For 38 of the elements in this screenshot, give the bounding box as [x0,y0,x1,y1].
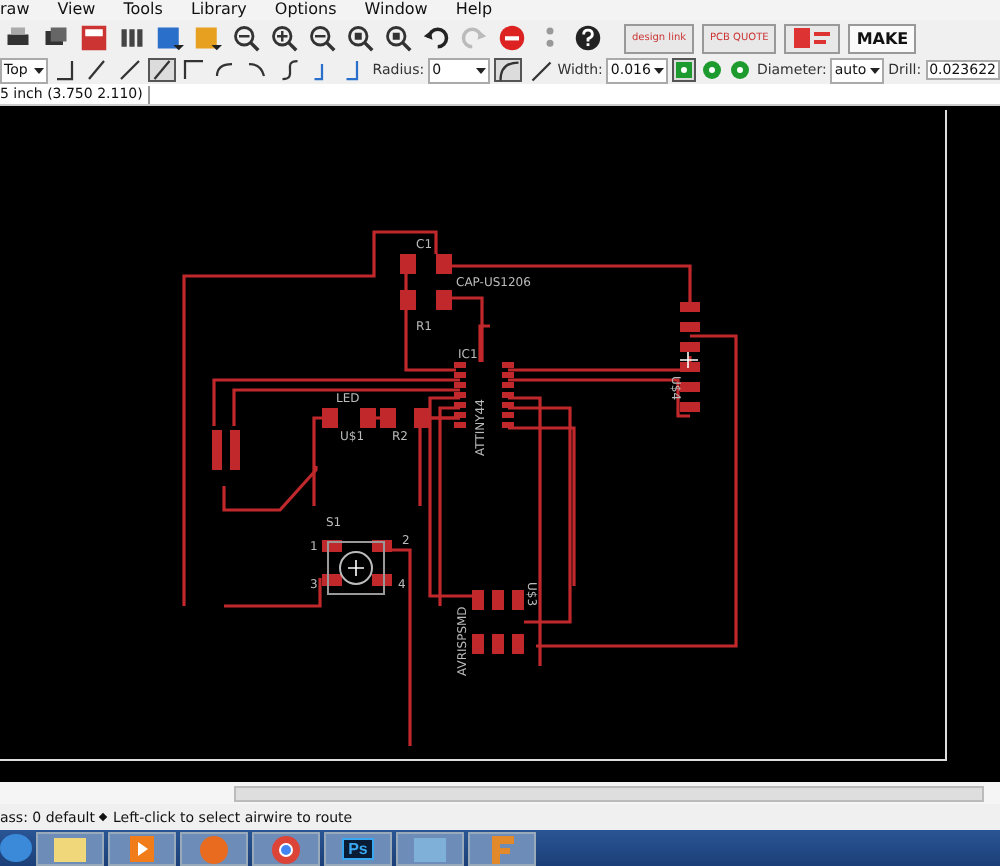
photoshop-taskbar-button[interactable]: Ps [324,831,392,865]
help-icon[interactable] [570,22,606,54]
zoom-out-icon[interactable] [304,22,340,54]
player-taskbar-icon[interactable] [108,831,176,865]
zoom-fit-icon[interactable] [342,22,378,54]
cam-icon[interactable] [76,22,112,54]
dropdown-arrow-icon [475,67,486,73]
start-button[interactable] [0,834,32,862]
horizontal-scrollbar[interactable] [234,785,984,801]
zoom-icon[interactable] [380,22,416,54]
fusion-taskbar-icon[interactable] [468,831,536,865]
send-to-fab-button[interactable] [784,23,841,53]
menu-item[interactable]: Help [455,0,493,20]
menu-item[interactable]: Window [364,0,428,20]
dropdown-arrow-icon [870,67,881,73]
photos-taskbar-icon[interactable] [396,831,464,865]
undo-icon[interactable] [418,22,454,54]
wire-bend-icon[interactable] [116,58,145,82]
zoom-in-icon[interactable] [266,22,302,54]
menu-item[interactable]: raw [0,0,30,20]
via-shape-icon[interactable] [672,58,697,82]
dropdown-arrow-icon [34,67,45,73]
folder-taskbar-icon[interactable] [36,831,104,865]
menu-item[interactable]: View [57,0,96,20]
miter-style-icon[interactable] [493,58,522,82]
make-button[interactable]: MAKE [848,23,917,53]
via-shape-icon[interactable] [728,58,753,82]
wire-bend-icon[interactable] [180,58,209,82]
wire-bend-icon[interactable] [148,58,177,82]
zoom-out-icon[interactable] [228,22,264,54]
via-shape-icon[interactable] [700,58,725,82]
dropdown-arrow-icon [654,67,665,73]
chrome-taskbar-icon[interactable] [252,831,320,865]
menu-item[interactable]: Options [274,0,337,20]
stop-icon[interactable] [494,22,530,54]
firefox-taskbar-icon[interactable] [180,831,248,865]
menu-item[interactable]: Tools [123,0,163,20]
menu-item[interactable]: Library [190,0,247,20]
